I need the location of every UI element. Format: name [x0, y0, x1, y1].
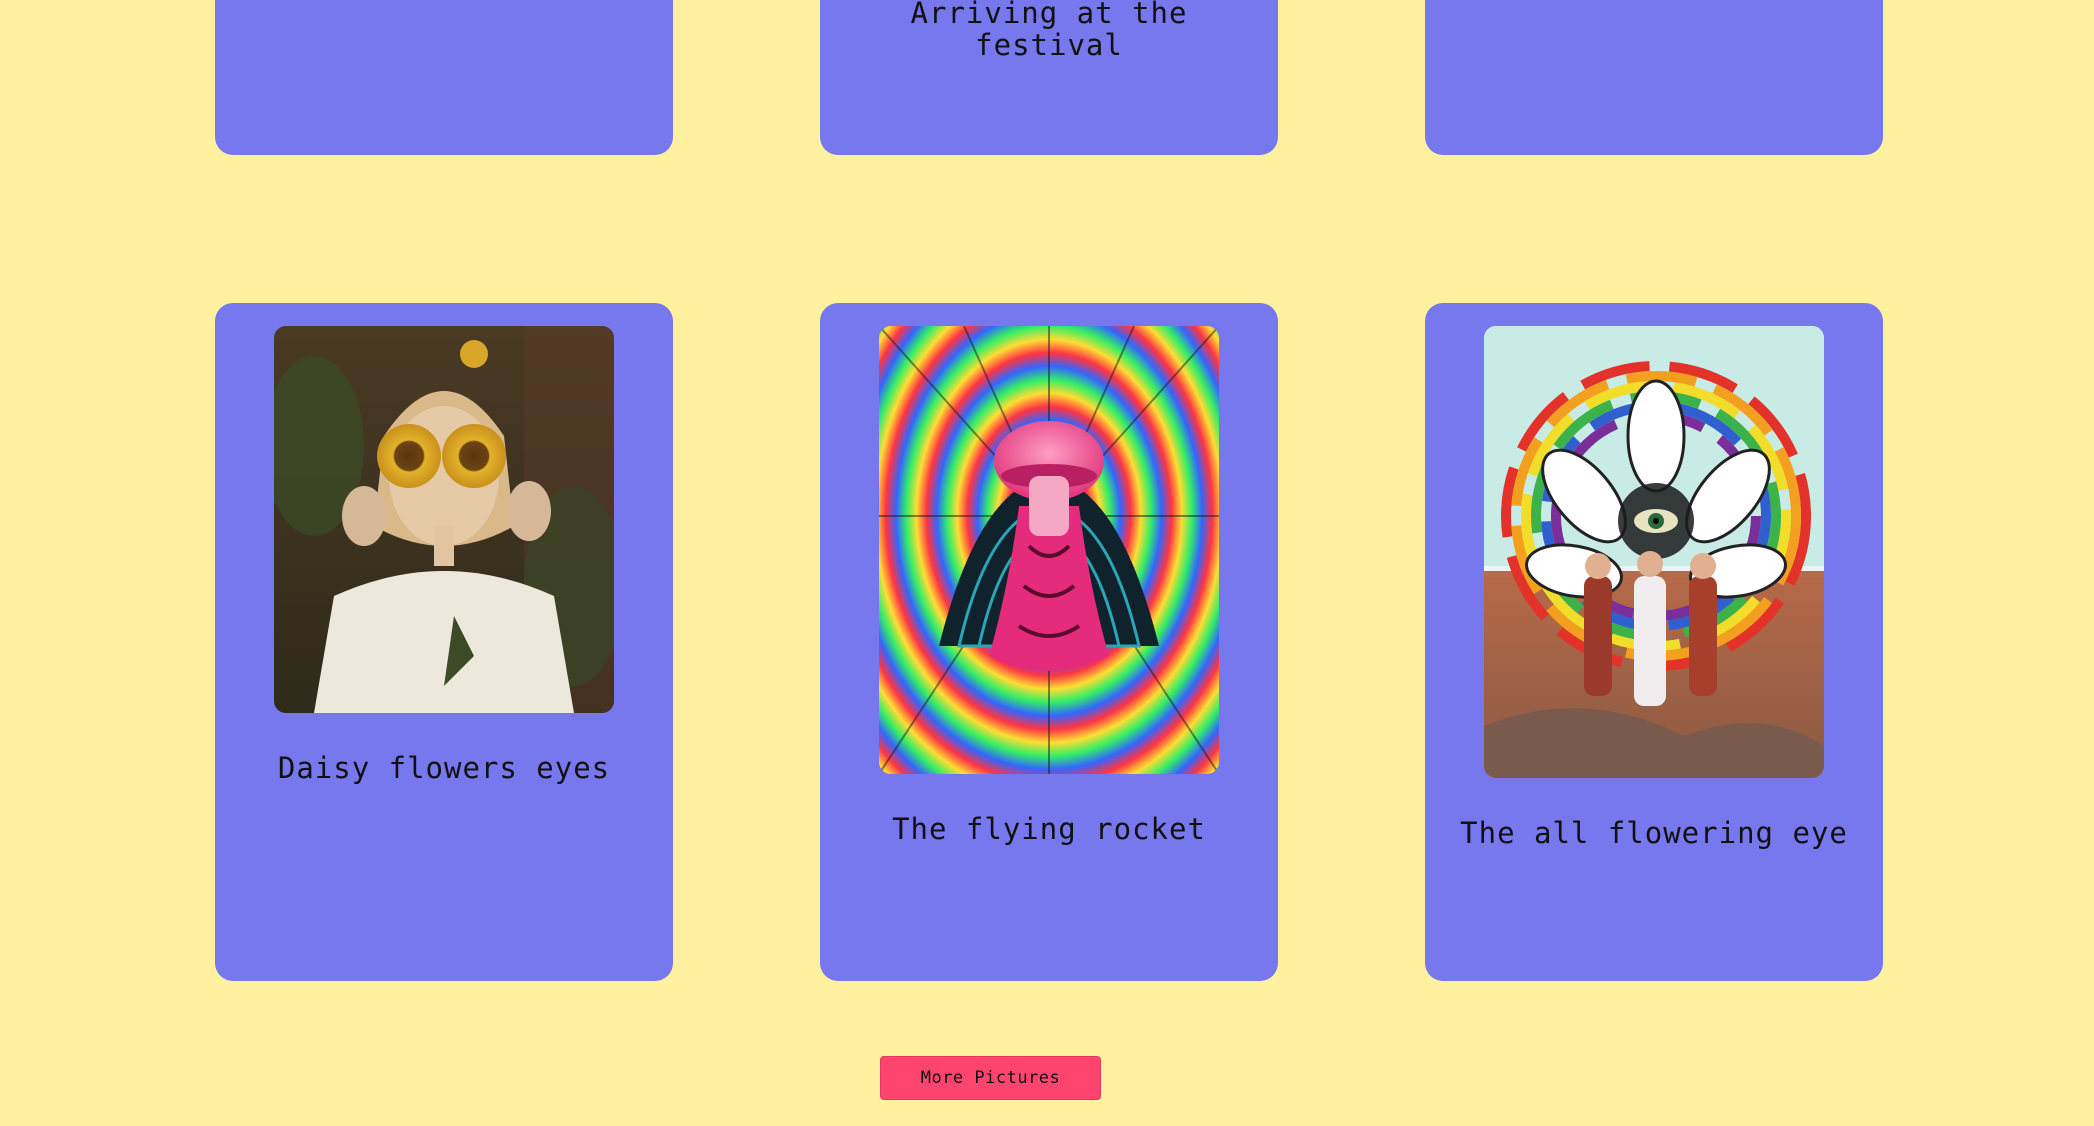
more-pictures-button[interactable]: More Pictures — [880, 1056, 1101, 1100]
gallery-card[interactable]: The all flowering eye — [1425, 303, 1883, 981]
rainbow-eye-collage — [1484, 326, 1824, 778]
sunflower-eyes-photo — [274, 326, 614, 713]
card-caption: Daisy flowers eyes — [277, 751, 611, 785]
gallery-card[interactable]: Daisy flowers eyes — [215, 303, 673, 981]
card-caption: The flying rocket — [892, 812, 1206, 846]
gallery-card[interactable]: Arriving at the festival — [820, 0, 1278, 155]
gallery-card[interactable] — [215, 0, 673, 155]
gallery-page: Arriving at the festival Daisy flowers e… — [0, 0, 2094, 1126]
card-caption: Arriving at the festival — [910, 0, 1188, 62]
gallery-card[interactable]: The flying rocket — [820, 303, 1278, 981]
gallery-card[interactable] — [1425, 0, 1883, 155]
card-caption: The all flowering eye — [1460, 816, 1848, 850]
psychedelic-mushroom-art — [879, 326, 1219, 774]
